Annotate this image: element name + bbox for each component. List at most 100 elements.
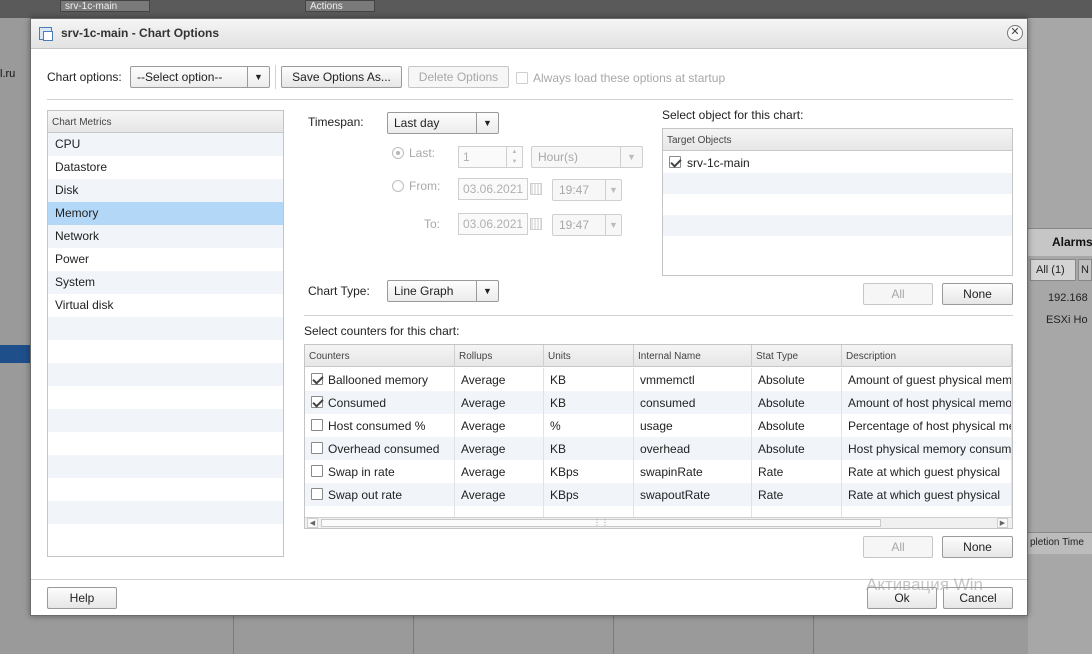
target-objects-header: Target Objects xyxy=(667,135,732,146)
counter-cell[interactable]: Swap in rate xyxy=(305,460,455,483)
to-date-field[interactable]: 03.06.2021 xyxy=(458,213,528,235)
counters-none-button[interactable]: None xyxy=(942,536,1013,558)
target-object-row[interactable]: srv-1c-main xyxy=(663,152,1012,173)
from-time-select[interactable]: 19:47 ▼ xyxy=(552,179,622,201)
counter-cell-rollups: Average xyxy=(455,437,544,460)
save-options-button[interactable]: Save Options As... xyxy=(281,66,402,88)
counter-row[interactable]: Ballooned memory Average KB vmmemctl Absolut… xyxy=(305,368,1012,391)
counters-scrollbar[interactable]: ◀ ⋮⋮ ▶ xyxy=(305,517,1012,528)
counter-row[interactable]: Overhead consumed Average KB overhead Absolu… xyxy=(305,437,1012,460)
counter-row[interactable]: Host consumed % Average% usage Absolute Perc… xyxy=(305,414,1012,437)
calendar-icon[interactable] xyxy=(530,218,542,230)
counter-row[interactable]: Consumed Average KB consumed Absolute Amount … xyxy=(305,391,1012,414)
last-radio[interactable] xyxy=(392,147,404,159)
counter-checkbox[interactable] xyxy=(311,488,323,500)
scroll-right-icon[interactable]: ▶ xyxy=(997,518,1008,528)
background-actions: Actions xyxy=(305,0,375,12)
counter-cell-units: KB xyxy=(544,437,634,460)
cancel-button[interactable]: Cancel xyxy=(943,587,1013,609)
background-selection-strip xyxy=(0,345,30,363)
counters-separator xyxy=(304,315,1013,316)
calendar-icon[interactable] xyxy=(530,183,542,195)
chart-metrics-header: Chart Metrics xyxy=(48,111,283,133)
chart-type-value: Line Graph xyxy=(394,284,454,298)
counter-row[interactable]: Swap in rate Average KBps swapinRate Rate Rat… xyxy=(305,460,1012,483)
counter-name: Swap out rate xyxy=(328,488,403,502)
counters-header-row: Counters Rollups Units Internal Name Stat Ty… xyxy=(305,345,1012,367)
column-header-counters[interactable]: Counters xyxy=(305,345,455,367)
timespan-select[interactable]: Last day ▼ xyxy=(387,112,499,134)
scroll-left-icon[interactable]: ◀ xyxy=(307,518,318,528)
target-object-checkbox[interactable] xyxy=(669,156,681,168)
dialog-title: srv-1c-main - Chart Options xyxy=(61,26,220,40)
column-header-rollups[interactable]: Rollups xyxy=(455,345,544,367)
metric-empty-row xyxy=(48,317,283,340)
from-radio[interactable] xyxy=(392,180,404,192)
counter-checkbox[interactable] xyxy=(311,419,323,431)
close-icon[interactable]: ✕ xyxy=(1007,25,1023,41)
metric-empty-row xyxy=(48,501,283,524)
counter-cell-units: % xyxy=(544,414,634,437)
counters-all-button[interactable]: All xyxy=(863,536,933,558)
metric-item-system[interactable]: System xyxy=(48,271,283,294)
help-button[interactable]: Help xyxy=(47,587,117,609)
chart-type-select[interactable]: Line Graph ▼ xyxy=(387,280,499,302)
from-date-field[interactable]: 03.06.2021 xyxy=(458,178,528,200)
metric-empty-row xyxy=(48,455,283,478)
counter-cell[interactable]: Ballooned memory xyxy=(305,368,455,391)
counter-cell-rollups: Average xyxy=(455,460,544,483)
counter-cell-rollups: Average xyxy=(455,391,544,414)
chevron-down-icon: ▼ xyxy=(605,215,621,235)
tasks-column-header: pletion Time xyxy=(1028,532,1092,554)
delete-options-button[interactable]: Delete Options xyxy=(408,66,509,88)
counter-checkbox[interactable] xyxy=(311,442,323,454)
column-header-units[interactable]: Units xyxy=(544,345,634,367)
last-unit-value: Hour(s) xyxy=(538,150,579,164)
from-label: From: xyxy=(409,179,441,193)
counter-checkbox[interactable] xyxy=(311,465,323,477)
counter-cell-internal-name: usage xyxy=(634,414,752,437)
last-unit-select[interactable]: Hour(s) ▼ xyxy=(531,146,643,168)
metric-item-disk[interactable]: Disk xyxy=(48,179,283,202)
metric-item-memory[interactable]: Memory xyxy=(48,202,283,225)
background-right-panel: Alarms All (1) N 192.168 ESXi Ho pletion… xyxy=(1028,18,1092,654)
counter-cell-description: Amount of guest physical memory xyxy=(842,368,1012,391)
metric-item-datastore[interactable]: Datastore xyxy=(48,156,283,179)
metric-item-network[interactable]: Network xyxy=(48,225,283,248)
column-header-description[interactable]: Description xyxy=(842,345,1012,367)
chart-options-select[interactable]: --Select option-- ▼ xyxy=(130,66,270,88)
scroll-thumb[interactable]: ⋮⋮ xyxy=(321,519,881,527)
alarms-tab-new[interactable]: N xyxy=(1078,259,1092,281)
counter-checkbox[interactable] xyxy=(311,396,323,408)
counter-cell[interactable]: Overhead consumed xyxy=(305,437,455,460)
counter-cell-description: Host physical memory consumed xyxy=(842,437,1012,460)
alarm-row-host[interactable]: 192.168 xyxy=(1048,292,1088,304)
column-header-internal-name[interactable]: Internal Name xyxy=(634,345,752,367)
last-value: 1 xyxy=(463,150,470,164)
chevron-down-icon: ▼ xyxy=(620,147,642,167)
stepper-arrows-icon[interactable]: ▲ ▼ xyxy=(506,147,522,167)
counter-checkbox[interactable] xyxy=(311,373,323,385)
to-time-select[interactable]: 19:47 ▼ xyxy=(552,214,622,236)
ok-button[interactable]: Ok xyxy=(867,587,937,609)
counter-cell-stat-type: Rate xyxy=(752,483,842,506)
metric-empty-row xyxy=(48,478,283,501)
counter-cell[interactable]: Consumed xyxy=(305,391,455,414)
background-bottom-grid xyxy=(30,616,1028,654)
counter-cell[interactable]: Host consumed % xyxy=(305,414,455,437)
always-load-checkbox[interactable] xyxy=(516,72,528,84)
dialog-titlebar[interactable]: srv-1c-main - Chart Options ✕ xyxy=(31,19,1027,49)
counter-row[interactable]: Swap out rate Average KBps swapoutRate Rate R… xyxy=(305,483,1012,506)
metric-item-virtual-disk[interactable]: Virtual disk xyxy=(48,294,283,317)
metric-item-power[interactable]: Power xyxy=(48,248,283,271)
last-value-stepper[interactable]: 1 ▲ ▼ xyxy=(458,146,523,168)
objects-none-button[interactable]: None xyxy=(942,283,1013,305)
column-header-stat-type[interactable]: Stat Type xyxy=(752,345,842,367)
objects-all-button[interactable]: All xyxy=(863,283,933,305)
counter-cell[interactable]: Swap out rate xyxy=(305,483,455,506)
toolbar-separator xyxy=(47,99,1013,100)
alarms-tab-all[interactable]: All (1) xyxy=(1030,259,1076,281)
counter-cell-internal-name: swapoutRate xyxy=(634,483,752,506)
background-toolbar: srv-1c-main Actions xyxy=(0,0,1092,18)
metric-item-cpu[interactable]: CPU xyxy=(48,133,283,156)
